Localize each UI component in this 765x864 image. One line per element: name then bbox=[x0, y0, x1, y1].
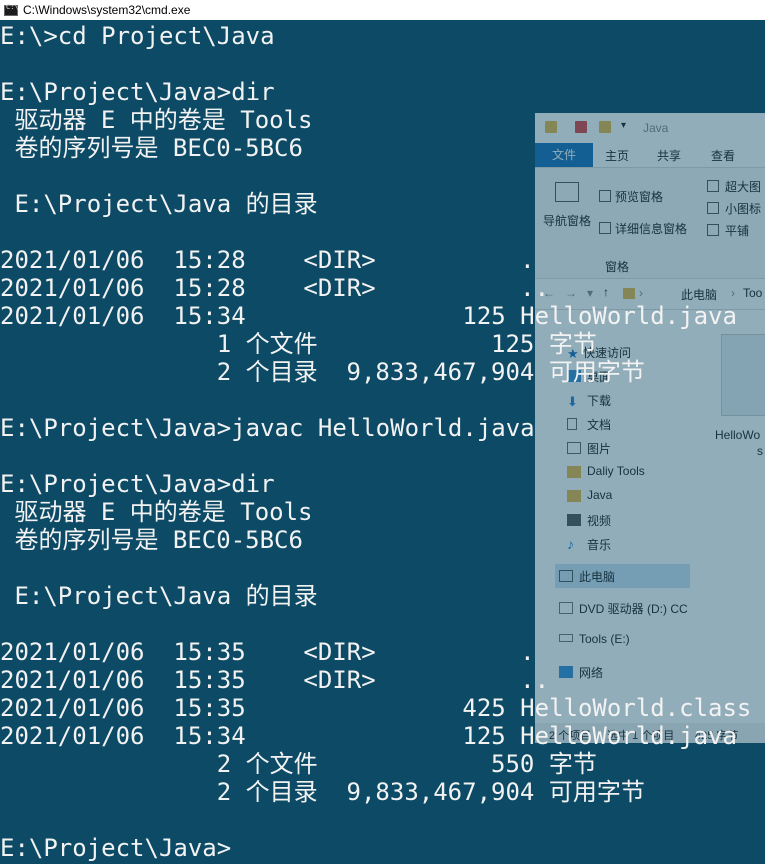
new-folder-icon[interactable] bbox=[599, 121, 611, 133]
chevron-down-icon[interactable]: ▾ bbox=[587, 286, 593, 300]
navigation-pane-button[interactable]: 导航窗格 bbox=[543, 212, 591, 229]
console-line: E:\Project\Java 的目录 bbox=[0, 582, 318, 610]
console-line: 2 个文件 550 字节 bbox=[0, 750, 597, 778]
drive-icon bbox=[559, 634, 573, 642]
computer-icon bbox=[559, 570, 573, 582]
console-line: 2021/01/06 15:34 125 HelloWorld.java bbox=[0, 302, 737, 330]
console-line: 2021/01/06 15:35 <DIR> .. bbox=[0, 666, 550, 694]
nav-this-pc[interactable]: 此电脑 bbox=[579, 568, 615, 585]
properties-icon[interactable] bbox=[575, 121, 587, 133]
breadcrumb-this-pc[interactable]: 此电脑 bbox=[681, 286, 717, 303]
file-name-suffix: s bbox=[757, 444, 763, 458]
up-arrow-icon[interactable]: ↑ bbox=[603, 285, 609, 299]
preview-pane-button[interactable]: 预览窗格 bbox=[615, 188, 663, 205]
forward-arrow-icon[interactable]: → bbox=[565, 286, 577, 300]
nav-selection-highlight bbox=[555, 564, 690, 588]
pane-group-label: 窗格 bbox=[605, 260, 630, 274]
network-icon bbox=[559, 666, 573, 678]
nav-pictures[interactable]: 图片 bbox=[587, 440, 611, 457]
console-line: E:\Project\Java>dir bbox=[0, 78, 275, 106]
tab-file[interactable]: 文件 bbox=[535, 143, 593, 167]
small-icons-option[interactable]: 小图标 bbox=[725, 200, 761, 217]
nav-music[interactable]: 音乐 bbox=[587, 536, 611, 553]
file-name[interactable]: HelloWo bbox=[715, 428, 760, 442]
navigation-pane-icon bbox=[555, 182, 579, 202]
console-line: E:\Project\Java> bbox=[0, 834, 232, 862]
folder-icon bbox=[623, 288, 635, 299]
explorer-ribbon-tabs: 文件 主页 共享 查看 bbox=[535, 143, 765, 168]
details-pane-button[interactable]: 详细信息窗格 bbox=[615, 220, 687, 237]
window-title: C:\Windows\system32\cmd.exe bbox=[23, 3, 191, 17]
nav-network[interactable]: 网络 bbox=[579, 664, 603, 681]
nav-java[interactable]: Java bbox=[587, 488, 612, 502]
console-line: 2 个目录 9,833,467,904 可用字节 bbox=[0, 778, 645, 806]
nav-documents[interactable]: 文档 bbox=[587, 416, 611, 433]
extra-large-icons-icon bbox=[707, 180, 719, 192]
dvd-drive-icon bbox=[559, 602, 573, 614]
console-line: 2021/01/06 15:35 425 HelloWorld.class bbox=[0, 694, 752, 722]
explorer-title: Java bbox=[643, 121, 669, 135]
console-line: E:\Project\Java>dir bbox=[0, 470, 275, 498]
console-line: 2021/01/06 15:34 125 HelloWorld.java bbox=[0, 722, 737, 750]
console-line: 卷的序列号是 BEC0-5BC6 bbox=[0, 134, 303, 162]
console-line: E:\Project\Java>javac HelloWorld.java bbox=[0, 414, 535, 442]
document-icon bbox=[567, 418, 577, 430]
file-list: HelloWo s bbox=[695, 310, 765, 730]
cmd-title-bar[interactable]: C:\Windows\system32\cmd.exe bbox=[0, 0, 765, 20]
explorer-quick-access-toolbar: ▾ Java bbox=[535, 113, 765, 143]
preview-pane-icon bbox=[599, 190, 611, 202]
nav-daliy-tools[interactable]: Daliy Tools bbox=[587, 464, 645, 478]
breadcrumb-tools[interactable]: Too bbox=[743, 286, 762, 300]
console-line: 1 个文件 125 字节 bbox=[0, 330, 597, 358]
folder-icon bbox=[567, 466, 581, 478]
small-icons-icon bbox=[707, 202, 719, 214]
download-icon: ⬇ bbox=[567, 394, 578, 409]
cmd-icon bbox=[4, 3, 19, 16]
tab-view[interactable]: 查看 bbox=[711, 147, 735, 164]
nav-tools-drive[interactable]: Tools (E:) bbox=[579, 632, 630, 646]
nav-downloads[interactable]: 下载 bbox=[587, 392, 611, 409]
tiles-icon bbox=[707, 224, 719, 236]
extra-large-icons-option[interactable]: 超大图 bbox=[725, 178, 761, 195]
nav-videos[interactable]: 视频 bbox=[587, 512, 611, 529]
tiles-option[interactable]: 平铺 bbox=[725, 222, 749, 239]
video-icon bbox=[567, 514, 581, 526]
folder-icon bbox=[567, 490, 581, 502]
console-line: 2021/01/06 15:28 <DIR> . bbox=[0, 246, 535, 274]
console-line: 驱动器 E 中的卷是 Tools bbox=[0, 106, 313, 134]
console-line: E:\>cd Project\Java bbox=[0, 22, 275, 50]
console-line: 卷的序列号是 BEC0-5BC6 bbox=[0, 526, 303, 554]
explorer-ribbon: 导航窗格 预览窗格 详细信息窗格 窗格 超大图 小图标 平铺 bbox=[535, 168, 765, 279]
console-line: 驱动器 E 中的卷是 Tools bbox=[0, 498, 313, 526]
console-line: 2 个目录 9,833,467,904 可用字节 bbox=[0, 358, 645, 386]
chevron-down-icon[interactable]: ▾ bbox=[621, 120, 626, 131]
console-line: 2021/01/06 15:35 <DIR> . bbox=[0, 638, 535, 666]
pictures-icon bbox=[567, 442, 581, 454]
nav-dvd-drive[interactable]: DVD 驱动器 (D:) CC bbox=[579, 600, 688, 617]
file-explorer-window[interactable]: ▾ Java 文件 主页 共享 查看 导航窗格 预览窗格 详细信息窗格 窗格 超… bbox=[535, 113, 765, 743]
console-line: 2021/01/06 15:28 <DIR> .. bbox=[0, 274, 550, 302]
file-thumbnail[interactable] bbox=[721, 334, 765, 416]
console-line: E:\Project\Java 的目录 bbox=[0, 190, 318, 218]
music-note-icon: ♪ bbox=[567, 536, 574, 552]
details-pane-icon bbox=[599, 222, 611, 234]
tab-home[interactable]: 主页 bbox=[605, 147, 629, 164]
tab-share[interactable]: 共享 bbox=[657, 147, 681, 164]
folder-icon bbox=[545, 121, 557, 133]
